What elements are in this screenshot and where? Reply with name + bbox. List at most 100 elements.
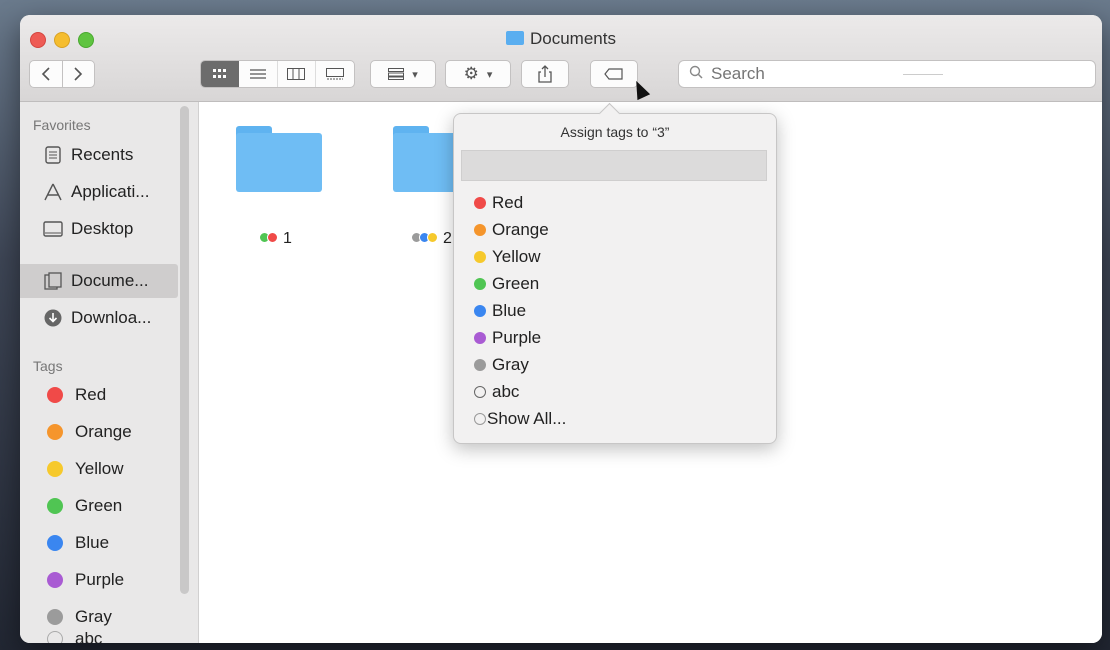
- tag-icon: [604, 68, 623, 80]
- sidebar-item-label: Green: [75, 496, 123, 515]
- popover-item-label: Blue: [492, 301, 527, 320]
- sidebar-tag-abc[interactable]: abc: [20, 629, 178, 643]
- file-name: 1: [283, 230, 292, 247]
- forward-button[interactable]: [63, 61, 95, 87]
- green-tag-icon: [47, 498, 63, 514]
- folder-icon[interactable]: [236, 126, 322, 192]
- blue-tag-icon: [474, 305, 486, 317]
- tags-header: Tags: [33, 358, 63, 374]
- popover-tag-yellow[interactable]: Yellow: [474, 245, 541, 269]
- share-icon: [538, 65, 552, 83]
- chevron-left-icon: [41, 67, 50, 81]
- popover-item-label: Gray: [492, 355, 529, 374]
- popover-tag-green[interactable]: Green: [474, 272, 539, 296]
- sidebar-tag-blue[interactable]: Blue: [20, 526, 178, 560]
- abc-tag-icon: [474, 386, 486, 398]
- search-field[interactable]: [678, 60, 1096, 88]
- chevron-down-icon: ▾: [486, 68, 493, 81]
- gear-icon: ⚙: [463, 64, 479, 83]
- purple-tag-icon: [474, 332, 486, 344]
- sidebar-item-desktop[interactable]: Desktop: [20, 212, 178, 246]
- popover-show-all[interactable]: Show All...: [474, 407, 566, 431]
- sidebar-item-recents[interactable]: Recents: [20, 138, 178, 172]
- file-label[interactable]: 2: [411, 230, 452, 248]
- sidebar-item-label: Orange: [75, 422, 132, 441]
- popover-tag-red[interactable]: Red: [474, 191, 523, 215]
- tag-input[interactable]: [461, 150, 767, 181]
- group-icon: [388, 68, 405, 80]
- icon-view-button[interactable]: [201, 61, 239, 87]
- sidebar-item-documents[interactable]: Docume...: [20, 264, 178, 298]
- popover-tag-orange[interactable]: Orange: [474, 218, 549, 242]
- yellow-tag-icon: [47, 461, 63, 477]
- green-tag-icon: [474, 278, 486, 290]
- titlebar: Documents ▾ ⚙ ▾ Search: [20, 15, 1102, 102]
- back-button[interactable]: [30, 61, 63, 87]
- icon-view-icon: [212, 69, 226, 78]
- gallery-view-icon: [326, 68, 345, 80]
- gray-tag-icon: [474, 359, 486, 371]
- popover-item-label: Red: [492, 193, 524, 212]
- sidebar-item-label: Docume...: [71, 271, 149, 290]
- share-button[interactable]: [521, 60, 569, 88]
- popover-title: Assign tags to “3”: [560, 124, 670, 140]
- sidebar-scrollbar[interactable]: [180, 106, 189, 594]
- folder-icon: [506, 31, 524, 45]
- sidebar-tag-green[interactable]: Green: [20, 489, 178, 523]
- gallery-view-button[interactable]: [316, 61, 354, 87]
- popover-tag-gray[interactable]: Gray: [474, 353, 529, 377]
- search-divider: [903, 73, 943, 75]
- show-all-icon: [474, 413, 486, 425]
- window-title: Documents: [20, 29, 1102, 49]
- documents-icon: [43, 271, 63, 291]
- popover-item-label: Green: [492, 274, 540, 293]
- sidebar-item-label: Downloa...: [71, 308, 152, 327]
- list-view-button[interactable]: [239, 61, 278, 87]
- purple-tag-icon: [47, 572, 63, 588]
- sidebar-item-label: Desktop: [71, 219, 134, 238]
- action-button[interactable]: ⚙ ▾: [445, 60, 511, 88]
- sidebar-tag-yellow[interactable]: Yellow: [20, 452, 178, 486]
- popover-tag-purple[interactable]: Purple: [474, 326, 541, 350]
- column-view-button[interactable]: [278, 61, 317, 87]
- blue-tag-icon: [47, 535, 63, 551]
- sidebar-item-label: Yellow: [75, 459, 124, 478]
- column-view-icon: [287, 68, 306, 80]
- recents-icon: [43, 145, 63, 165]
- popover-item-label: abc: [492, 382, 520, 401]
- popover-tag-blue[interactable]: Blue: [474, 299, 526, 323]
- tag-dots: [411, 230, 438, 248]
- file-label[interactable]: 1: [259, 230, 292, 248]
- search-input[interactable]: [709, 63, 863, 85]
- popover-item-label: Yellow: [492, 247, 541, 266]
- view-mode-control: [200, 60, 355, 88]
- popover-item-label: Purple: [492, 328, 542, 347]
- popover-tag-abc[interactable]: abc: [474, 380, 519, 404]
- applications-icon: [43, 182, 63, 202]
- popover-item-label: Orange: [492, 220, 549, 239]
- sidebar-item-label: Applicati...: [71, 182, 150, 201]
- chevron-right-icon: [74, 67, 83, 81]
- group-button[interactable]: ▾: [370, 60, 436, 88]
- nav-buttons: [29, 60, 95, 88]
- sidebar-item-label: Gray: [75, 607, 112, 626]
- abc-tag-icon: [47, 631, 63, 643]
- favorites-header: Favorites: [33, 117, 91, 133]
- orange-tag-icon: [474, 224, 486, 236]
- gray-tag-icon: [47, 609, 63, 625]
- assign-tags-popover: Assign tags to “3” Red Orange Yellow Gre…: [453, 102, 777, 444]
- sidebar-tag-purple[interactable]: Purple: [20, 563, 178, 597]
- sidebar-tag-red[interactable]: Red: [20, 378, 178, 412]
- sidebar-item-applications[interactable]: Applicati...: [20, 175, 178, 209]
- file-name: 2: [443, 230, 452, 247]
- window-title-text: Documents: [530, 29, 616, 48]
- sidebar-item-label: abc: [75, 629, 103, 643]
- orange-tag-icon: [47, 424, 63, 440]
- red-tag-icon: [47, 387, 63, 403]
- red-tag-icon: [474, 197, 486, 209]
- sidebar-item-label: Red: [75, 385, 107, 404]
- sidebar-item-downloads[interactable]: Downloa...: [20, 301, 178, 335]
- sidebar-tag-orange[interactable]: Orange: [20, 415, 178, 449]
- yellow-tag-icon: [474, 251, 486, 263]
- chevron-down-icon: ▾: [412, 68, 418, 81]
